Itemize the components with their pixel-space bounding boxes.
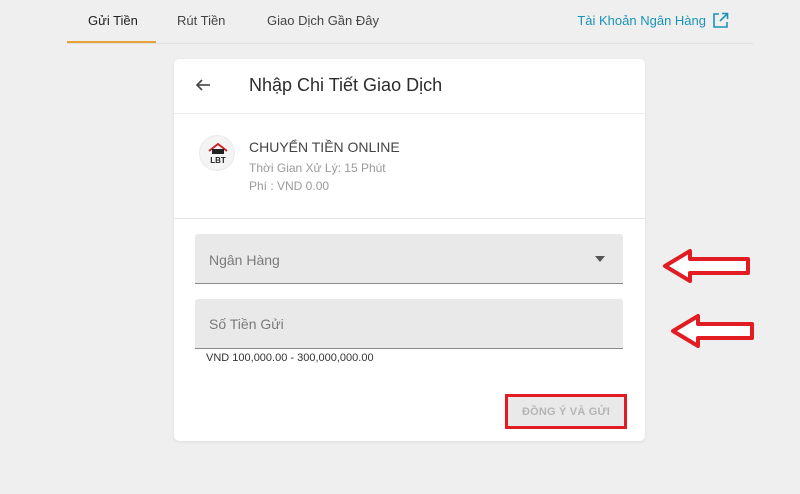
amount-input[interactable] xyxy=(195,299,623,348)
annotation-arrow-amount xyxy=(671,314,754,348)
amount-field[interactable] xyxy=(195,299,623,349)
transaction-details-card: Nhập Chi Tiết Giao Dịch LBT CHUYỂN TIỀN … xyxy=(174,59,645,441)
arrow-left-icon[interactable] xyxy=(194,76,212,94)
top-navigation: Gửi Tiền Rút Tiền Giao Dịch Gần Đây Tài … xyxy=(0,0,800,44)
amount-range-hint: VND 100,000.00 - 300,000,000.00 xyxy=(206,352,374,364)
annotation-arrow-bank xyxy=(663,249,750,283)
tab-recent-transactions[interactable]: Giao Dịch Gần Đây xyxy=(267,13,379,28)
fee-text: Phí : VND 0.00 xyxy=(249,179,330,193)
payment-method-info: LBT CHUYỂN TIỀN ONLINE Thời Gian Xử Lý: … xyxy=(174,114,645,219)
logo-text: LBT xyxy=(210,156,226,165)
top-navigation-divider xyxy=(67,43,753,44)
bank-select[interactable]: Ngân Hàng xyxy=(195,234,623,284)
bank-select-label: Ngân Hàng xyxy=(209,252,280,268)
bank-account-link-label: Tài Khoản Ngân Hàng xyxy=(577,13,706,28)
page-title: Nhập Chi Tiết Giao Dịch xyxy=(249,75,443,95)
processing-time: Thời Gian Xử Lý: 15 Phút xyxy=(249,161,386,175)
tab-withdraw[interactable]: Rút Tiền xyxy=(177,13,225,28)
submit-highlight-box xyxy=(505,394,627,429)
card-header: Nhập Chi Tiết Giao Dịch xyxy=(174,59,645,114)
tab-deposit[interactable]: Gửi Tiền xyxy=(88,13,138,28)
lbt-logo: LBT xyxy=(199,135,235,171)
external-link-icon xyxy=(713,12,729,28)
caret-down-icon xyxy=(595,256,605,262)
method-name: CHUYỂN TIỀN ONLINE xyxy=(249,139,400,155)
bank-account-link[interactable]: Tài Khoản Ngân Hàng xyxy=(577,12,729,29)
